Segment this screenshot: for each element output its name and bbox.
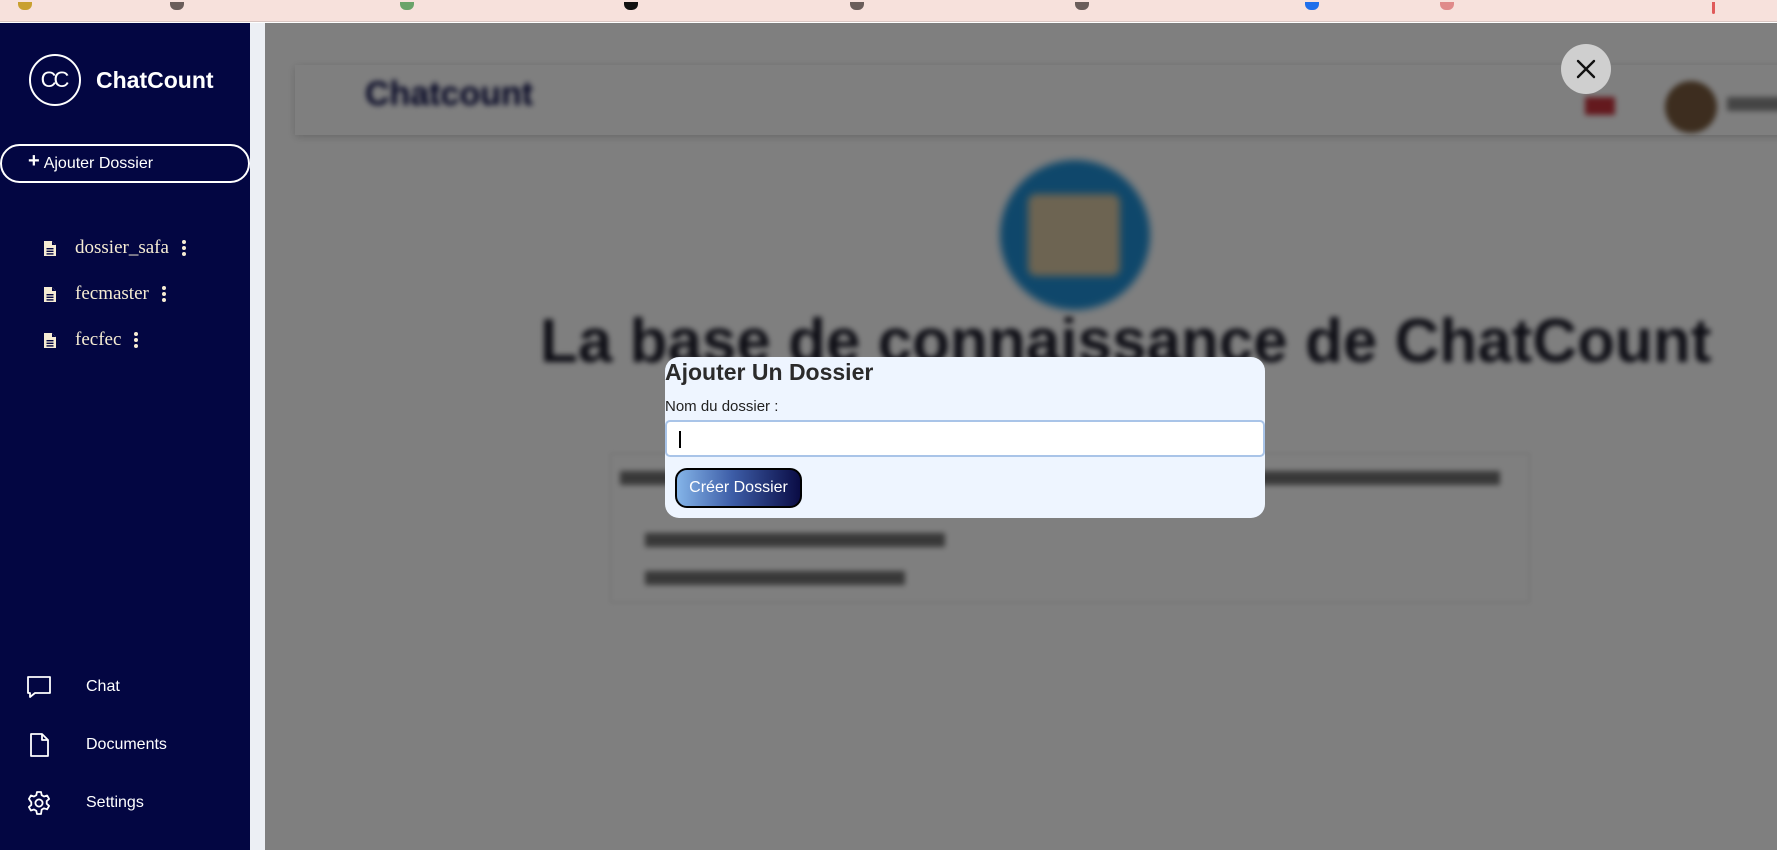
chat-bubble-icon	[27, 676, 51, 698]
bookmark-item[interactable]	[170, 2, 184, 18]
bookmark-item[interactable]	[1305, 2, 1319, 18]
bookmark-favicon-icon	[1440, 2, 1454, 10]
add-folder-label: Ajouter Dossier	[43, 154, 154, 172]
file-icon	[44, 286, 56, 302]
bookmark-favicon-icon	[1075, 2, 1089, 10]
folder-options-icon[interactable]	[161, 286, 166, 302]
folder-name: fecfec	[75, 329, 122, 350]
nav-item-documents[interactable]: Documents	[26, 731, 167, 759]
folder-name-input[interactable]	[665, 420, 1265, 457]
document-icon	[30, 733, 49, 757]
plus-icon: +	[28, 150, 40, 172]
bookmark-item[interactable]	[1440, 2, 1454, 18]
close-modal-button[interactable]	[1561, 44, 1611, 94]
bookmark-favicon-icon	[1712, 2, 1715, 14]
gear-icon	[28, 791, 50, 815]
bookmark-favicon-icon	[18, 2, 32, 10]
folder-options-icon[interactable]	[181, 240, 186, 256]
bookmark-favicon-icon	[624, 2, 638, 10]
file-icon	[44, 332, 56, 348]
create-folder-button[interactable]: Créer Dossier	[675, 468, 802, 508]
folder-name: fecmaster	[75, 283, 149, 304]
bookmark-item[interactable]	[1712, 2, 1715, 18]
bookmark-favicon-icon	[170, 2, 184, 10]
nav-label: Settings	[86, 794, 144, 811]
bookmark-favicon-icon	[400, 2, 414, 10]
nav-label: Chat	[86, 678, 120, 695]
text-caret	[679, 431, 681, 448]
bookmark-item[interactable]	[624, 2, 638, 18]
sidebar: CC ChatCount + Ajouter Dossier dossier_s…	[0, 23, 250, 850]
brand[interactable]: CC ChatCount	[29, 54, 214, 106]
folder-options-icon[interactable]	[134, 332, 139, 348]
sidebar-divider	[250, 23, 265, 850]
folder-item-dossier-safa[interactable]: dossier_safa	[44, 236, 186, 260]
nav-label: Documents	[86, 736, 167, 753]
folder-item-fecfec[interactable]: fecfec	[44, 328, 139, 352]
add-folder-modal: Ajouter Un Dossier Nom du dossier : Crée…	[665, 357, 1265, 518]
nav-item-settings[interactable]: Settings	[26, 789, 144, 817]
bookmark-item[interactable]	[18, 2, 40, 18]
nav-item-chat[interactable]: Chat	[26, 673, 120, 701]
bookmark-item[interactable]	[400, 2, 414, 18]
add-folder-button[interactable]: + Ajouter Dossier	[0, 144, 250, 183]
browser-bookmarks-bar	[0, 0, 1777, 22]
bookmark-favicon-icon	[1305, 2, 1319, 10]
folder-item-fecmaster[interactable]: fecmaster	[44, 282, 166, 306]
close-icon	[1576, 59, 1596, 79]
app-name: ChatCount	[96, 66, 214, 93]
bookmark-item[interactable]	[1075, 2, 1089, 18]
logo-text: CC	[40, 67, 70, 92]
file-icon	[44, 240, 56, 256]
bookmark-favicon-icon	[850, 2, 864, 10]
folder-name: dossier_safa	[75, 237, 169, 258]
bookmark-item[interactable]	[850, 2, 864, 18]
chatcount-logo-icon: CC	[29, 54, 81, 106]
folder-name-label: Nom du dossier :	[665, 398, 779, 415]
modal-title: Ajouter Un Dossier	[665, 359, 874, 385]
